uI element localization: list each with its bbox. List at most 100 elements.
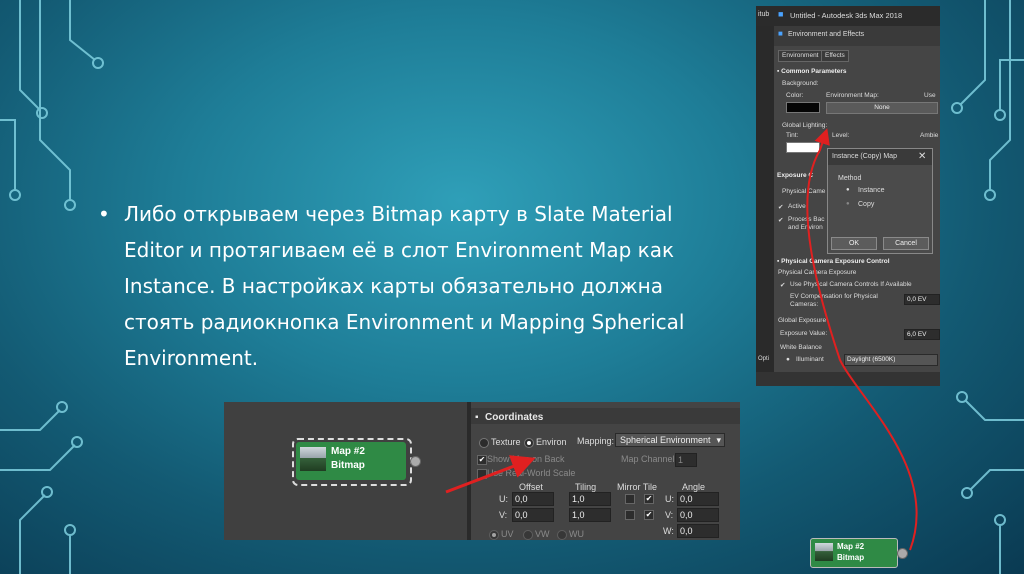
wu-radio[interactable] [557,530,567,540]
slide-background: • Либо открываем через Bitmap карту в Sl… [0,0,1024,574]
dialog-title: Environment and Effects [788,31,865,38]
use-physical-controls-label: Use Physical Camera Controls If Availabl… [790,281,912,288]
node-graph-view[interactable]: Map #2 Bitmap [224,402,467,540]
process-bg-label-1: Process Bac [788,216,825,223]
bullet-line: Editor и протягиваем её в слот Environme… [124,238,675,262]
vw-radio[interactable] [523,530,533,540]
copy-radio[interactable]: ● [846,201,850,207]
uv-radio[interactable] [489,530,499,540]
show-map-on-back-label: Show Map on Back [487,454,565,464]
show-map-on-back-checkbox[interactable]: ✔ [477,455,487,465]
window-title: Untitled - Autodesk 3ds Max 2018 [790,11,903,20]
u-angle-spinner[interactable]: 0,0 [677,492,719,506]
u-offset-spinner[interactable]: 0,0 [512,492,554,506]
instance-copy-dialog: Instance (Copy) Map ✕ Method ● Instance … [827,148,933,254]
global-lighting-label: Global Lighting: [782,122,828,129]
instance-label: Instance [858,187,885,194]
bullet-marker: • [98,202,110,226]
ev-compensation-spinner[interactable]: 0,0 EV [904,294,940,305]
use-map-label: Use [924,92,936,99]
process-bg-checkbox[interactable]: ✔ [778,216,783,224]
u-mirror-checkbox[interactable] [625,494,635,504]
physical-camera-fragment: Physical Came [782,188,826,195]
app-icon: ■ [778,9,784,19]
bullet-text: • Либо открываем через Bitmap карту в Sl… [98,196,708,376]
tab-environment[interactable]: Environment [778,50,823,62]
angle-label: Angle [682,482,706,492]
v-tiling-spinner[interactable]: 1,0 [569,508,611,522]
close-icon[interactable]: ✕ [918,151,926,162]
v-tile-checkbox[interactable]: ✔ [644,510,654,520]
pcec-header[interactable]: ▪ Physical Camera Exposure Control [777,258,890,265]
texture-label: Texture [491,437,521,447]
left-fragment: itub [758,11,770,18]
texture-radio[interactable] [479,438,489,448]
cancel-button[interactable]: Cancel [883,237,929,250]
ok-button[interactable]: OK [831,237,877,250]
uv-label: UV [501,529,514,539]
map-thumbnail [815,543,833,561]
map-channel-label: Map Channel: [621,454,678,464]
level-label: Level: [832,132,850,139]
u-tiling-spinner[interactable]: 1,0 [569,492,611,506]
v-angle-spinner[interactable]: 0,0 [677,508,719,522]
opt-fragment: Opti [758,356,770,362]
exposure-value-spinner[interactable]: 6,0 EV [904,329,940,340]
bullet-line: стоять радиокнопка Environment и Mapping… [124,310,685,334]
bitmap-node-dragged[interactable]: Map #2 Bitmap [810,538,898,568]
w-angle-spinner[interactable]: 0,0 [677,524,719,538]
instance-radio[interactable]: ● [846,187,850,193]
mapping-label: Mapping: [577,436,615,446]
ev-compensation-label: EV Compensation for Physical Cameras: [790,293,878,308]
copy-label: Copy [858,201,875,208]
tint-label: Tint: [786,132,799,139]
bullet-line: Environment. [124,346,259,370]
rollout-collapse-icon[interactable]: ▪ [475,412,479,423]
map-channel-spinner[interactable]: 1 [675,453,697,467]
real-world-scale-checkbox[interactable] [477,469,487,479]
output-socket[interactable] [897,548,908,559]
u-label: U: [499,494,508,504]
exposure-header-fragment[interactable]: Exposure C [777,172,813,179]
u-angle-label: U: [665,494,674,504]
active-label: Active [788,203,806,210]
mapping-dropdown[interactable]: Spherical Environment ▾ [615,433,725,447]
common-parameters-header[interactable]: ▪ Common Parameters [777,68,847,75]
main-toolbar-strip [756,26,774,386]
tab-effects[interactable]: Effects [821,50,849,62]
mirror-tile-label: Mirror Tile [617,482,657,492]
window-titlebar: itub ■ Untitled - Autodesk 3ds Max 2018 [756,6,940,26]
dialog-icon: ■ [778,29,783,38]
instance-dialog-titlebar: Instance (Copy) Map ✕ [828,149,932,165]
instance-dialog-title: Instance (Copy) Map [832,153,897,160]
environment-map-button[interactable]: None [826,102,938,114]
v-angle-label: V: [665,510,674,520]
coordinates-title: Coordinates [485,412,544,423]
white-balance-label: White Balance [780,344,822,351]
u-tile-checkbox[interactable]: ✔ [644,494,654,504]
bullet-line: Либо открываем через Bitmap карту в Slat… [124,202,673,226]
tint-color-swatch[interactable] [786,142,820,153]
active-checkbox[interactable]: ✔ [778,203,783,211]
environ-radio[interactable] [524,438,534,448]
v-label: V: [499,510,508,520]
use-physical-controls-checkbox[interactable]: ✔ [780,281,785,289]
illuminant-radio[interactable]: ● [786,356,790,363]
v-mirror-checkbox[interactable] [625,510,635,520]
node-type: Bitmap [837,553,865,562]
background-color-swatch[interactable] [786,102,820,113]
v-offset-spinner[interactable]: 0,0 [512,508,554,522]
wu-label: WU [569,529,584,539]
bullet-line: Instance. В настройках карты обязательно… [124,274,664,298]
background-label: Background: [782,80,819,87]
bitmap-node[interactable]: Map #2 Bitmap [292,438,412,486]
w-label: W: [663,526,674,536]
node-title: Map #2 [837,542,865,551]
vw-label: VW [535,529,550,539]
map-thumbnail [300,447,326,471]
physical-camera-exposure-label: Physical Camera Exposure [778,269,857,276]
node-type: Bitmap [331,460,365,471]
output-socket[interactable] [410,456,421,467]
coordinates-rollout: ▪ Coordinates Texture Environ Mapping: S… [471,402,740,540]
illuminant-dropdown[interactable]: Daylight (6500K) [844,354,938,366]
